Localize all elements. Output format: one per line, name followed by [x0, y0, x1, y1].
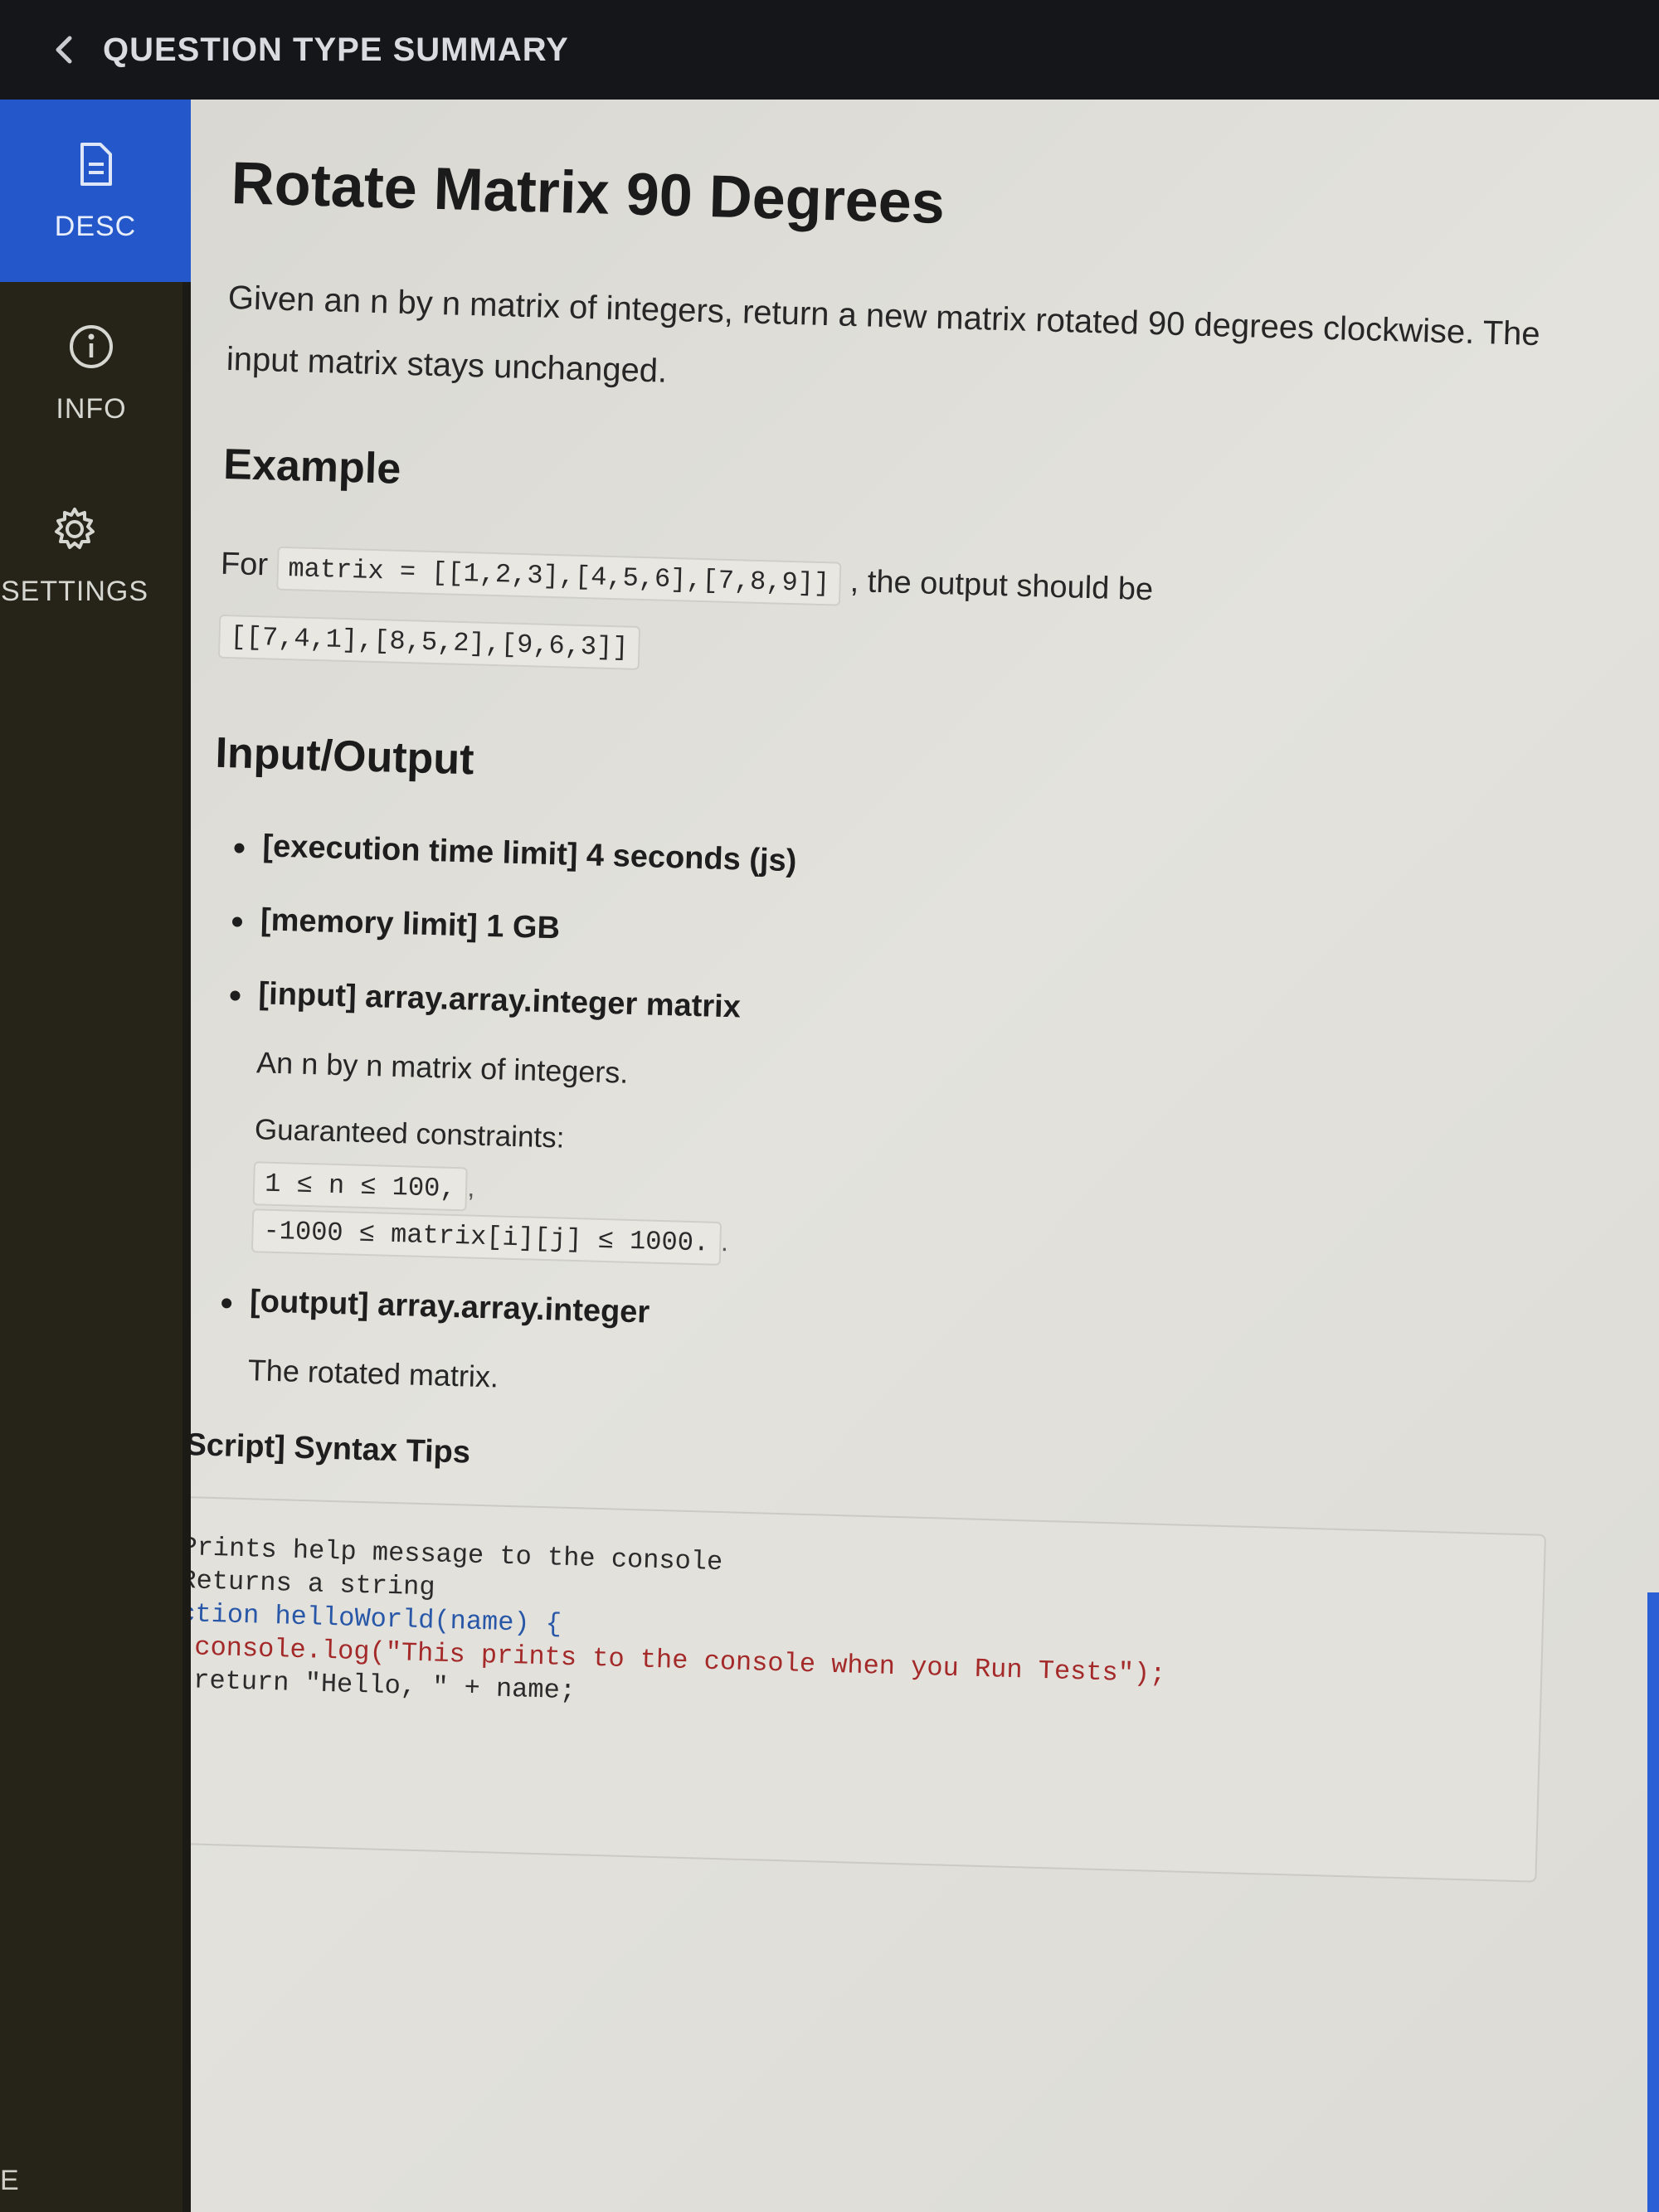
syntax-tips-code: // Prints help message to the console// … [191, 1494, 1546, 1883]
top-bar: QUESTION TYPE SUMMARY [0, 0, 1659, 100]
io-item-head: [output] array.array.integer [249, 1284, 650, 1330]
sidebar-item-label: DESC [54, 210, 137, 242]
document-icon [80, 142, 112, 186]
syntax-tips-title: [JavaScript] Syntax Tips [191, 1425, 471, 1471]
io-item-head: [input] array.array.integer matrix [257, 976, 742, 1025]
bullet [234, 843, 245, 853]
example-heading: Example [222, 440, 402, 493]
list-item: [execution time limit] 4 seconds (js) [234, 829, 1540, 900]
accent-stripe [1647, 1592, 1659, 2212]
example-text: For matrix = [[1,2,3],[4,5,6],[7,8,9]] ,… [217, 531, 1548, 707]
constraint-trail: . [720, 1226, 729, 1257]
io-item-head: [memory limit] 1 GB [260, 902, 561, 946]
example-output-code: [[7,4,1],[8,5,2],[9,6,3]] [217, 614, 641, 670]
info-icon [70, 324, 113, 368]
constraint-code: -1000 ≤ matrix[i][j] ≤ 1000. [251, 1208, 722, 1266]
list-item: [output] array.array.integer The rotated… [221, 1284, 1527, 1423]
edge-letter: E [0, 2165, 19, 2196]
example-input-code: matrix = [[1,2,3],[4,5,6],[7,8,9]] [275, 546, 842, 606]
question-description: Rotate Matrix 90 Degrees Given an n by n… [191, 149, 1559, 1883]
io-item-head: [execution time limit] 4 seconds (js) [261, 829, 797, 879]
list-item: [memory limit] 1 GB [231, 902, 1538, 974]
bullet [230, 990, 241, 1001]
constraint-code: 1 ≤ n ≤ 100, [252, 1161, 469, 1212]
example-middle: , the output should be [849, 564, 1154, 608]
bullet [231, 916, 243, 927]
io-item-desc: An n by n matrix of integers. [255, 1045, 629, 1090]
bullet [221, 1298, 232, 1309]
constraint-trail: , [467, 1172, 475, 1203]
sidebar: DESC INFO SETTINGS [0, 100, 191, 2212]
io-item-desc: The rotated matrix. [247, 1353, 499, 1394]
io-list: [execution time limit] 4 seconds (js) [m… [197, 828, 1540, 1423]
page-header-title: QUESTION TYPE SUMMARY [103, 31, 569, 68]
main-content: Rotate Matrix 90 Degrees Given an n by n… [191, 100, 1659, 2212]
page-title: Rotate Matrix 90 Degrees [230, 149, 946, 236]
back-button[interactable] [50, 33, 78, 66]
sidebar-item-info[interactable]: INFO [0, 282, 182, 464]
sidebar-item-label: INFO [56, 392, 127, 425]
gear-icon [55, 507, 95, 549]
list-item: [input] array.array.integer matrix An n … [230, 976, 1535, 1281]
example-prefix: For [220, 546, 269, 583]
sidebar-item-settings[interactable]: SETTINGS [0, 464, 166, 647]
sidebar-item-label: SETTINGS [0, 575, 149, 607]
io-heading: Input/Output [214, 728, 475, 785]
chevron-left-icon [56, 36, 72, 64]
problem-description: Given an n by n matrix of integers, retu… [226, 279, 1541, 390]
sidebar-item-desc[interactable]: DESC [0, 100, 191, 282]
